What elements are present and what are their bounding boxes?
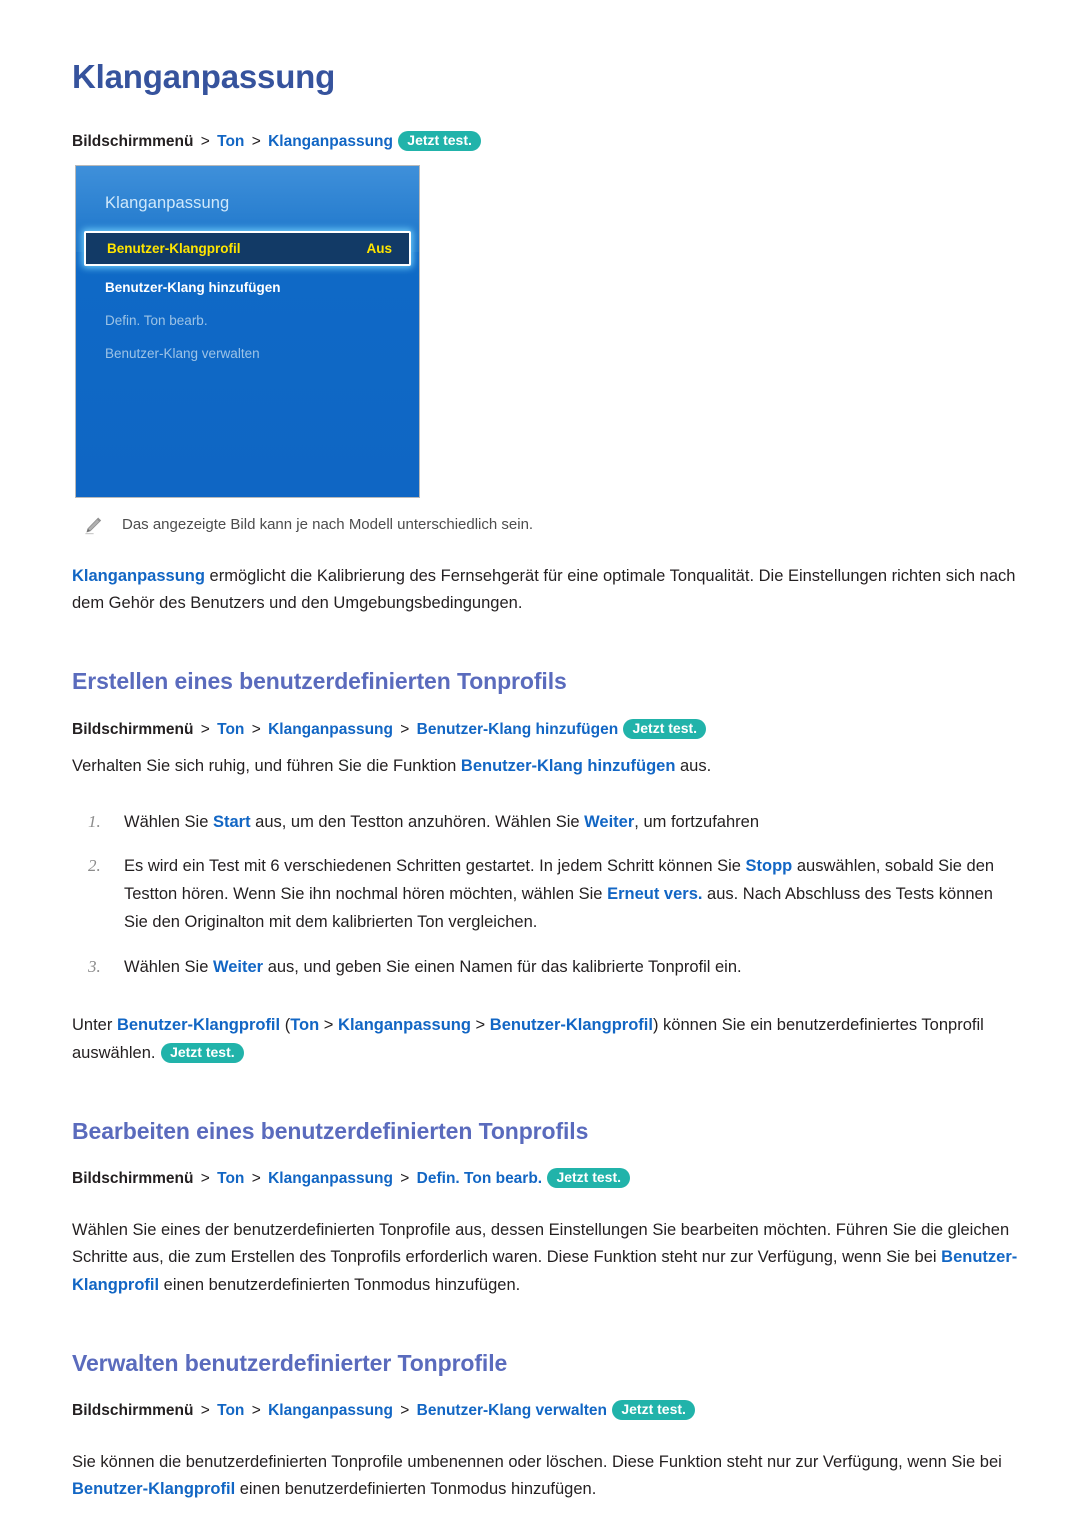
- breadcrumb-item-klanganpassung[interactable]: Klanganpassung: [268, 1170, 393, 1187]
- manage-body-term: Benutzer-Klangprofil: [72, 1480, 236, 1499]
- breadcrumb-separator: >: [251, 1170, 261, 1188]
- create-lead-before: Verhalten Sie sich ruhig, und führen Sie…: [72, 756, 461, 775]
- tv-menu-item-benutzer-klang-hinzufuegen[interactable]: Benutzer-Klang hinzufügen: [76, 272, 419, 303]
- intro-paragraph: Klanganpassung ermöglicht die Kalibrieru…: [72, 563, 1018, 618]
- step-text-3: , um fortzufahren: [634, 812, 760, 831]
- tv-menu-title: Klanganpassung: [105, 194, 230, 213]
- edit-body-paragraph: Wählen Sie eines der benutzerdefinierten…: [72, 1217, 1018, 1300]
- breadcrumb-main: Bildschirmmenü > Ton > Klanganpassung Je…: [72, 130, 1018, 153]
- step-text-1: Es wird ein Test mit 6 verschiedenen Sch…: [124, 857, 746, 876]
- section-title-create: Erstellen eines benutzerdefinierten Tonp…: [72, 668, 567, 695]
- section-title-manage: Verwalten benutzerdefinierter Tonprofile: [72, 1349, 508, 1376]
- tv-menu-item-label: Defin. Ton bearb.: [105, 313, 208, 329]
- try-now-badge[interactable]: Jetzt test.: [547, 1168, 631, 1189]
- tv-menu-item-benutzer-klangprofil[interactable]: Benutzer-Klangprofil Aus: [84, 231, 411, 267]
- breadcrumb-item-ton[interactable]: Ton: [217, 1402, 244, 1419]
- pencil-icon: [82, 516, 104, 536]
- create-lead-paragraph: Verhalten Sie sich ruhig, und führen Sie…: [72, 753, 1018, 781]
- tv-menu-list: Benutzer-Klangprofil Aus Benutzer-Klang …: [76, 231, 419, 369]
- breadcrumb-item-benutzer-klang-hinzufuegen[interactable]: Benutzer-Klang hinzufügen: [417, 721, 619, 738]
- tv-menu-item-label: Benutzer-Klangprofil: [107, 241, 241, 257]
- step-text-2: aus, und geben Sie einen Namen für das k…: [263, 957, 742, 976]
- breadcrumb-separator: >: [400, 720, 410, 738]
- breadcrumb-root: Bildschirmmenü: [72, 132, 194, 150]
- closing-paren-open: (: [280, 1016, 291, 1035]
- breadcrumb-item-ton[interactable]: Ton: [217, 721, 244, 738]
- step-text-1: Wählen Sie: [124, 957, 213, 976]
- step-term-2: Erneut vers.: [607, 885, 703, 904]
- manage-body-before: Sie können die benutzerdefinierten Tonpr…: [72, 1452, 1002, 1471]
- breadcrumb-item-ton[interactable]: Ton: [217, 1170, 244, 1187]
- note-text: Das angezeigte Bild kann je nach Modell …: [122, 516, 534, 534]
- breadcrumb-item-klanganpassung[interactable]: Klanganpassung: [268, 1402, 393, 1419]
- intro-term: Klanganpassung: [72, 566, 205, 585]
- breadcrumb-root: Bildschirmmenü: [72, 720, 194, 738]
- step-term-1: Start: [212, 812, 251, 831]
- intro-text: ermöglicht die Kalibrierung des Fernsehg…: [72, 566, 1016, 613]
- breadcrumb-root: Bildschirmmenü: [72, 1402, 194, 1420]
- tv-menu-item-defin-ton-bearb[interactable]: Defin. Ton bearb.: [76, 305, 419, 336]
- tv-menu-item-benutzer-klang-verwalten[interactable]: Benutzer-Klang verwalten: [76, 338, 419, 369]
- create-steps-list: Wählen Sie Start aus, um den Testton anz…: [72, 808, 1018, 982]
- section-title-edit: Bearbeiten eines benutzerdefinierten Ton…: [72, 1117, 589, 1144]
- step-term-1: Stopp: [745, 857, 793, 876]
- try-now-badge[interactable]: Jetzt test.: [612, 1400, 695, 1421]
- breadcrumb-manage: Bildschirmmenü > Ton > Klanganpassung > …: [72, 1399, 1018, 1422]
- note-line: Das angezeigte Bild kann je nach Modell …: [82, 514, 1018, 537]
- closing-paren-close: ): [652, 1016, 664, 1035]
- closing-term-4: Benutzer-Klangprofil: [489, 1016, 653, 1035]
- breadcrumb-separator: >: [200, 720, 210, 738]
- breadcrumb-root: Bildschirmmenü: [72, 1170, 194, 1188]
- closing-sep: >: [470, 1016, 490, 1035]
- closing-term-3: Klanganpassung: [338, 1016, 471, 1035]
- tv-menu-screenshot: Klanganpassung Benutzer-Klangprofil Aus …: [75, 165, 420, 499]
- step-item: Wählen Sie Start aus, um den Testton anz…: [72, 808, 1018, 837]
- create-lead-term: Benutzer-Klang hinzufügen: [460, 756, 676, 775]
- create-lead-after: aus.: [675, 756, 712, 775]
- breadcrumb-create: Bildschirmmenü > Ton > Klanganpassung > …: [72, 718, 1018, 741]
- breadcrumb-item-defin-ton-bearb[interactable]: Defin. Ton bearb.: [417, 1170, 542, 1187]
- breadcrumb-separator: >: [400, 1170, 410, 1188]
- edit-body-after: einen benutzerdefinierten Tonmodus hinzu…: [159, 1276, 521, 1294]
- create-closing-paragraph: Unter Benutzer-Klangprofil (Ton > Klanga…: [72, 1012, 1018, 1067]
- manual-page: Klanganpassung Bildschirmmenü > Ton > Kl…: [0, 0, 1080, 1527]
- closing-term-2: Ton: [290, 1016, 320, 1035]
- tv-menu-item-label: Benutzer-Klang hinzufügen: [105, 280, 281, 296]
- breadcrumb-separator: >: [251, 720, 261, 738]
- tv-menu-item-label: Benutzer-Klang verwalten: [105, 346, 260, 362]
- manage-body-after: einen benutzerdefinierten Tonmodus hinzu…: [235, 1480, 597, 1499]
- try-now-badge[interactable]: Jetzt test.: [623, 718, 707, 739]
- closing-pre: Unter: [72, 1016, 117, 1035]
- breadcrumb-item-klanganpassung[interactable]: Klanganpassung: [268, 133, 393, 150]
- try-now-badge[interactable]: Jetzt test.: [398, 130, 481, 151]
- breadcrumb-separator: >: [251, 1402, 261, 1420]
- breadcrumb-edit: Bildschirmmenü > Ton > Klanganpassung > …: [72, 1167, 1018, 1190]
- page-title: Klanganpassung: [72, 58, 336, 95]
- breadcrumb-separator: >: [200, 1170, 210, 1188]
- breadcrumb-separator: >: [200, 1402, 210, 1420]
- try-now-badge[interactable]: Jetzt test.: [161, 1043, 244, 1063]
- breadcrumb-item-benutzer-klang-verwalten[interactable]: Benutzer-Klang verwalten: [417, 1402, 607, 1419]
- tv-menu-item-value: Aus: [366, 241, 392, 257]
- breadcrumb-separator: >: [400, 1402, 410, 1420]
- edit-body-before: Wählen Sie eines der benutzerdefinierten…: [72, 1220, 1010, 1267]
- step-item: Wählen Sie Weiter aus, und geben Sie ein…: [72, 953, 1018, 982]
- step-term-2: Weiter: [584, 812, 635, 831]
- step-item: Es wird ein Test mit 6 verschiedenen Sch…: [72, 852, 1018, 936]
- manage-body-paragraph: Sie können die benutzerdefinierten Tonpr…: [72, 1449, 1018, 1504]
- step-text-2: aus, um den Testton anzuhören. Wählen Si…: [250, 812, 585, 831]
- closing-term-1: Benutzer-Klangprofil: [116, 1016, 281, 1035]
- closing-sep: >: [319, 1016, 339, 1035]
- breadcrumb-separator: >: [251, 132, 261, 150]
- breadcrumb-item-ton[interactable]: Ton: [217, 133, 244, 150]
- breadcrumb-separator: >: [200, 132, 210, 150]
- step-term-1: Weiter: [212, 957, 264, 976]
- breadcrumb-item-klanganpassung[interactable]: Klanganpassung: [268, 721, 393, 738]
- step-text-1: Wählen Sie: [124, 812, 213, 831]
